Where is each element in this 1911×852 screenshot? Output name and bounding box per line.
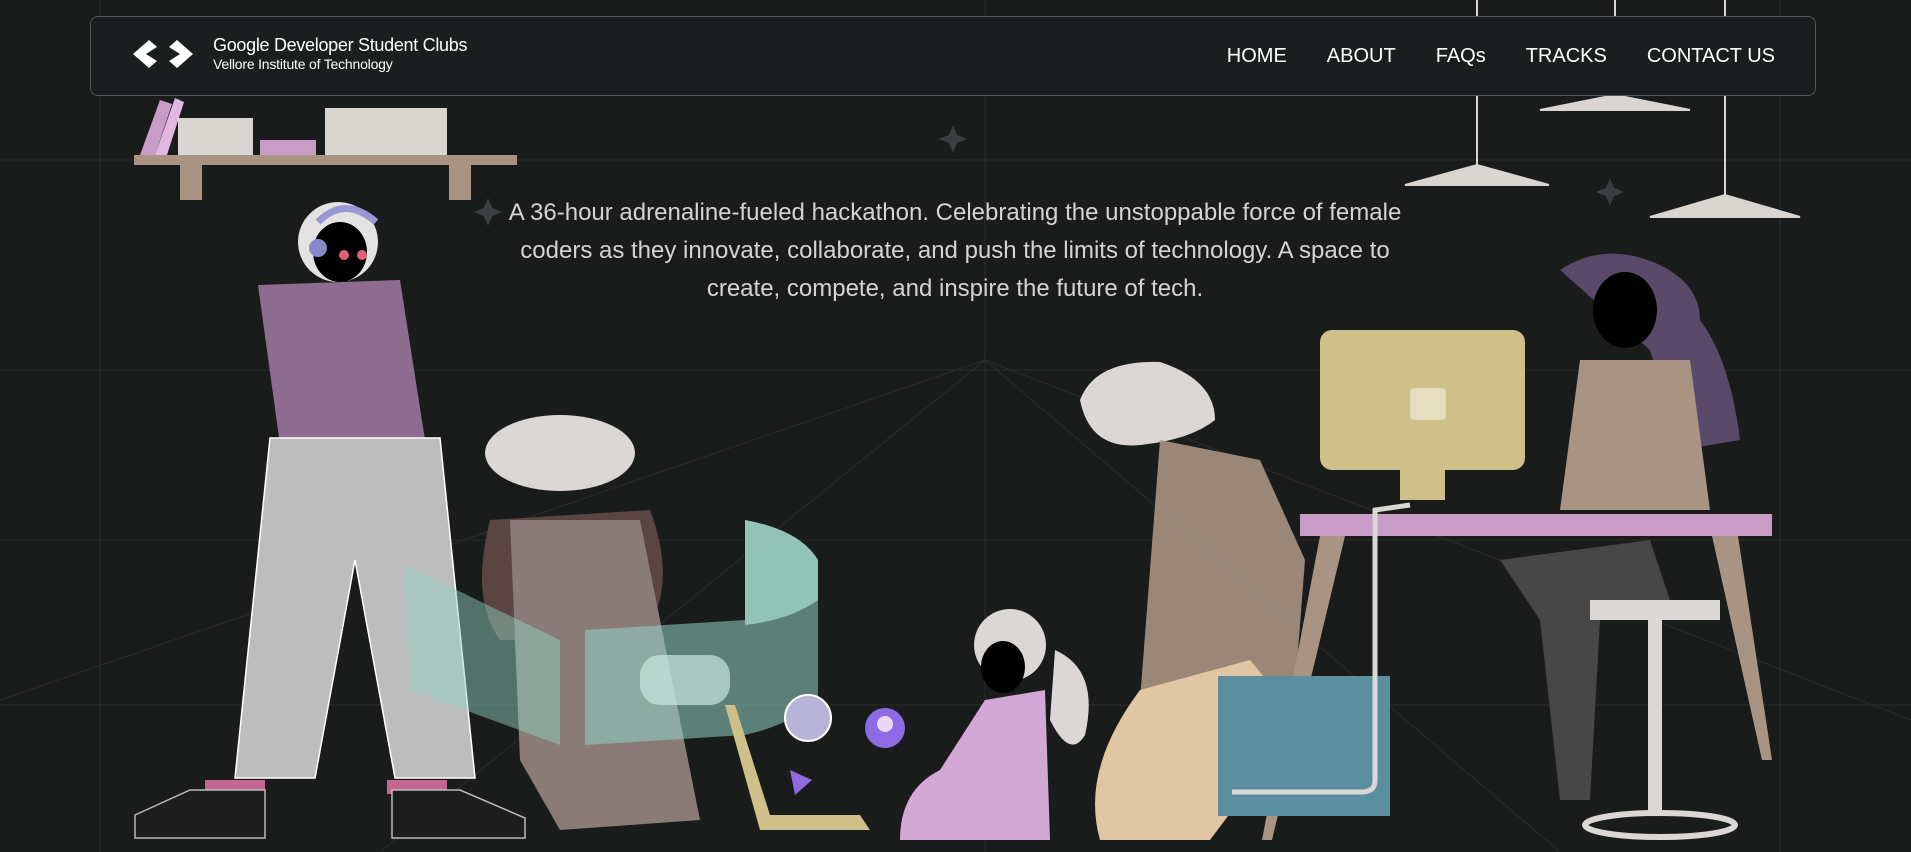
nav-link-home[interactable]: HOME [1227,44,1287,68]
top-navbar: Google Developer Student Clubs Vellore I… [90,16,1816,96]
nav-links: HOME ABOUT FAQs TRACKS CONTACT US [1187,44,1775,68]
gdsc-logo-icon [133,39,193,68]
nav-link-contact-us[interactable]: CONTACT US [1647,44,1775,68]
nav-link-tracks[interactable]: TRACKS [1526,44,1607,68]
brand-subtitle: Vellore Institute of Technology [213,56,393,72]
brand-title: Google Developer Student Clubs [213,35,468,55]
hero-description: A 36-hour adrenaline-fueled hackathon. C… [508,199,1402,302]
background-grid [0,0,1911,852]
brand-text: Google Developer Student Clubs Vellore I… [213,35,467,72]
nav-link-about[interactable]: ABOUT [1327,44,1396,68]
nav-link-faqs[interactable]: FAQs [1436,44,1486,68]
brand[interactable]: Google Developer Student Clubs Vellore I… [131,35,467,72]
